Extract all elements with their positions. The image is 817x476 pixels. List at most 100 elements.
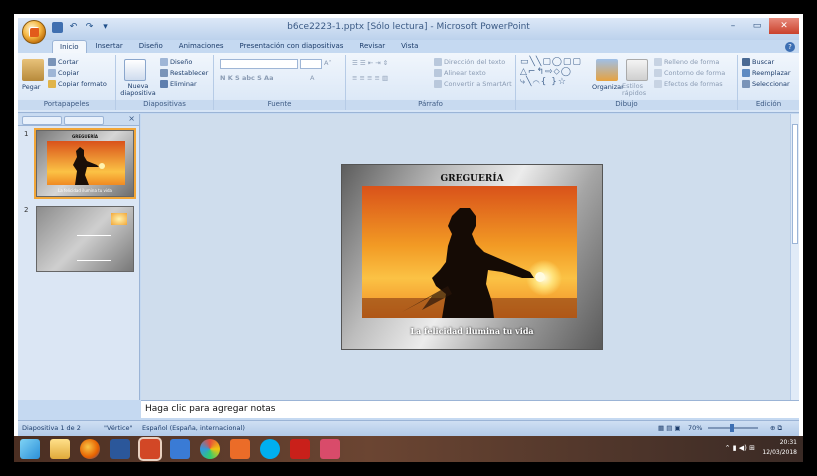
slide-caption[interactable]: La felicidad ilumina tu vida: [342, 326, 602, 336]
arrange-icon[interactable]: [596, 59, 618, 81]
other-app-icon[interactable]: [320, 439, 340, 459]
clock[interactable]: 20:31 12/03/2018: [762, 438, 797, 458]
notes-pane[interactable]: Haga clic para agregar notas: [141, 400, 799, 418]
replace-label: Reemplazar: [752, 69, 791, 77]
quick-styles-icon[interactable]: [626, 59, 648, 81]
reset-button[interactable]: Restablecer: [160, 69, 208, 77]
skype-icon[interactable]: [260, 439, 280, 459]
app-icon[interactable]: [170, 439, 190, 459]
copy-label: Copiar: [58, 69, 80, 77]
slide-photo[interactable]: [362, 186, 577, 318]
slide-title[interactable]: GREGUERÍA: [342, 174, 602, 184]
powerpoint-taskbar-icon[interactable]: [140, 439, 160, 459]
slides-tab[interactable]: [22, 116, 62, 125]
file-explorer-icon[interactable]: [50, 439, 70, 459]
font-color-icon[interactable]: A: [310, 74, 314, 82]
close-button[interactable]: ✕: [769, 18, 799, 34]
group-label-fuente: Fuente: [214, 100, 345, 110]
layout-button[interactable]: Diseño: [160, 58, 192, 66]
thumbnail-title: GREGUERÍA: [71, 134, 99, 139]
shape-fill-label: Relleno de forma: [664, 58, 720, 66]
windows-start-icon[interactable]: [20, 439, 40, 459]
acrobat-icon[interactable]: [290, 439, 310, 459]
paste-button[interactable]: Pegar: [22, 83, 40, 91]
layout-label: Diseño: [170, 58, 193, 66]
slide-canvas[interactable]: GREGUERÍA La felicidad ilumina tu vida: [341, 164, 603, 350]
word-icon[interactable]: [110, 439, 130, 459]
vertical-scrollbar[interactable]: [790, 114, 799, 400]
thumbnail-lines: [77, 235, 111, 261]
fill-icon: [654, 58, 662, 66]
shape-outline-button[interactable]: Contorno de forma: [654, 69, 725, 77]
view-buttons[interactable]: ▦ ▤ ▣: [658, 424, 681, 432]
list-buttons[interactable]: ☰ ☰ ⇤ ⇥ ⇕: [352, 59, 388, 67]
group-label-edicion: Edición: [738, 100, 799, 110]
text-direction-button[interactable]: Dirección del texto: [434, 58, 505, 66]
delete-slide-button[interactable]: Eliminar: [160, 80, 197, 88]
format-buttons[interactable]: N K S abc S Aa: [220, 74, 273, 82]
shape-effects-button[interactable]: Efectos de formas: [654, 80, 723, 88]
office-app-icon[interactable]: [230, 439, 250, 459]
paste-icon[interactable]: [22, 59, 44, 81]
minimize-button[interactable]: –: [721, 18, 745, 34]
group-edicion: Buscar Reemplazar Seleccionar Edición: [738, 55, 799, 110]
scrollbar-thumb[interactable]: [792, 124, 798, 244]
tab-presentacion[interactable]: Presentación con diapositivas: [233, 40, 351, 54]
theme-name: "Vértice": [104, 424, 133, 432]
group-label-diapositivas: Diapositivas: [116, 100, 213, 110]
tab-animaciones[interactable]: Animaciones: [172, 40, 231, 54]
replace-button[interactable]: Reemplazar: [742, 69, 791, 77]
group-dibujo: ▭╲╲▢◯▢▢ △⌐↰⇨⬦◯ ⤷╲⌒{ }☆ Organizar Estilos r…: [516, 55, 738, 110]
align-buttons[interactable]: ≡ ≡ ≡ ≡ ▥: [352, 74, 388, 82]
slide-thumbnail-1[interactable]: GREGUERÍA La felicidad ilumina tu vida: [34, 128, 136, 199]
new-slide-icon[interactable]: [124, 59, 146, 81]
arrange-button[interactable]: Organizar: [592, 83, 624, 91]
tab-inicio[interactable]: Inicio: [52, 40, 87, 54]
paint-icon[interactable]: [200, 439, 220, 459]
format-painter-button[interactable]: Copiar formato: [48, 80, 107, 88]
delete-icon: [160, 80, 168, 88]
clock-date: 12/03/2018: [762, 449, 797, 456]
zoom-slider-knob[interactable]: [730, 424, 734, 432]
shape-fill-button[interactable]: Relleno de forma: [654, 58, 719, 66]
align-text-label: Alinear texto: [444, 69, 486, 77]
tab-diseno[interactable]: Diseño: [132, 40, 170, 54]
thumbnail-caption: La felicidad ilumina tu vida: [57, 188, 113, 193]
outline-tab[interactable]: [64, 116, 104, 125]
font-name-combo[interactable]: [220, 59, 298, 69]
find-button[interactable]: Buscar: [742, 58, 774, 66]
tab-insertar[interactable]: Insertar: [89, 40, 130, 54]
grow-font-icon[interactable]: A˄: [324, 59, 332, 67]
quick-styles-button[interactable]: Estilos rápidos: [622, 83, 652, 97]
group-label-dibujo: Dibujo: [516, 100, 737, 110]
office-button[interactable]: [22, 20, 46, 44]
restore-button[interactable]: ▭: [745, 18, 769, 34]
slide-thumbnail-2[interactable]: [36, 206, 134, 272]
window-controls: – ▭ ✕: [721, 18, 799, 34]
select-button[interactable]: Seleccionar: [742, 80, 790, 88]
tab-revisar[interactable]: Revisar: [352, 40, 392, 54]
notes-placeholder[interactable]: Haga clic para agregar notas: [145, 404, 275, 414]
slide-count: Diapositiva 1 de 2: [22, 424, 81, 432]
new-slide-button[interactable]: Nueva diapositiva: [118, 83, 158, 97]
system-tray-icons[interactable]: ⌃ ▮ ◀) ⊞: [725, 444, 755, 452]
screen: ↶ ↷ ▾ b6ce2223-1.pptx [Sólo lectura] - M…: [14, 14, 803, 462]
binoculars-icon: [742, 58, 750, 66]
close-pane-icon[interactable]: ×: [128, 114, 135, 123]
cut-button[interactable]: Cortar: [48, 58, 78, 66]
smartart-button[interactable]: Convertir a SmartArt: [434, 80, 512, 88]
smartart-label: Convertir a SmartArt: [444, 80, 512, 88]
shapes-gallery[interactable]: ▭╲╲▢◯▢▢ △⌐↰⇨⬦◯ ⤷╲⌒{ }☆: [520, 57, 582, 87]
fit-window-icon[interactable]: ⊕ ⧉: [770, 424, 782, 433]
help-icon[interactable]: ?: [785, 42, 795, 52]
tab-vista[interactable]: Vista: [394, 40, 425, 54]
copy-icon: [48, 69, 56, 77]
zoom-level[interactable]: 70%: [688, 424, 702, 432]
firefox-icon[interactable]: [80, 439, 100, 459]
shape-outline-label: Contorno de forma: [664, 69, 726, 77]
copy-button[interactable]: Copiar: [48, 69, 79, 77]
language-indicator[interactable]: Español (España, internacional): [142, 424, 245, 432]
slide-editor[interactable]: GREGUERÍA La felicidad ilumina tu vida: [141, 114, 799, 400]
font-size-combo[interactable]: [300, 59, 322, 69]
align-text-button[interactable]: Alinear texto: [434, 69, 486, 77]
